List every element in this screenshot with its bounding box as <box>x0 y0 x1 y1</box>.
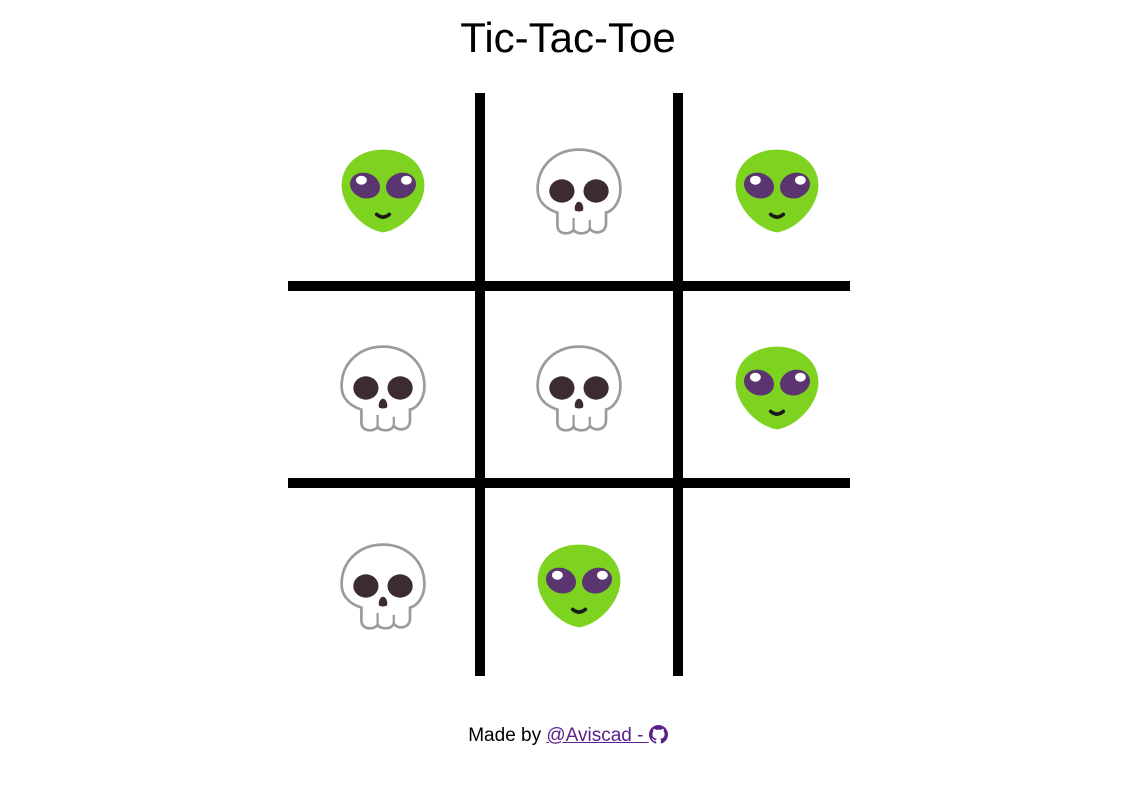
alien-icon <box>735 149 819 233</box>
grid-line-vertical-2 <box>673 93 683 676</box>
board-cell-6[interactable] <box>702 313 852 463</box>
author-link[interactable]: @Aviscad - <box>546 725 668 746</box>
alien-icon <box>537 544 621 628</box>
skull-icon <box>340 543 426 630</box>
grid-line-horizontal-1 <box>288 281 850 291</box>
board-cell-2[interactable] <box>504 116 654 266</box>
grid-line-vertical-1 <box>475 93 485 676</box>
alien-icon <box>735 346 819 430</box>
alien-icon <box>341 149 425 233</box>
board-cell-8[interactable] <box>504 511 654 661</box>
page-title: Tic-Tac-Toe <box>460 14 676 61</box>
board-cell-5[interactable] <box>504 313 654 463</box>
author-link-text: @Aviscad - <box>546 725 644 746</box>
skull-icon <box>340 345 426 432</box>
board-cell-1[interactable] <box>308 116 458 266</box>
skull-icon <box>536 148 622 235</box>
board-cell-4[interactable] <box>308 313 458 463</box>
board-cell-3[interactable] <box>702 116 852 266</box>
footer: Made by @Aviscad - <box>0 724 1136 748</box>
board-cell-7[interactable] <box>308 511 458 661</box>
grid-line-horizontal-2 <box>288 478 850 488</box>
footer-made-by: Made by <box>468 725 542 746</box>
skull-icon <box>536 345 622 432</box>
board-cell-9[interactable] <box>702 511 852 661</box>
game-board <box>288 93 850 676</box>
github-icon <box>648 725 668 744</box>
